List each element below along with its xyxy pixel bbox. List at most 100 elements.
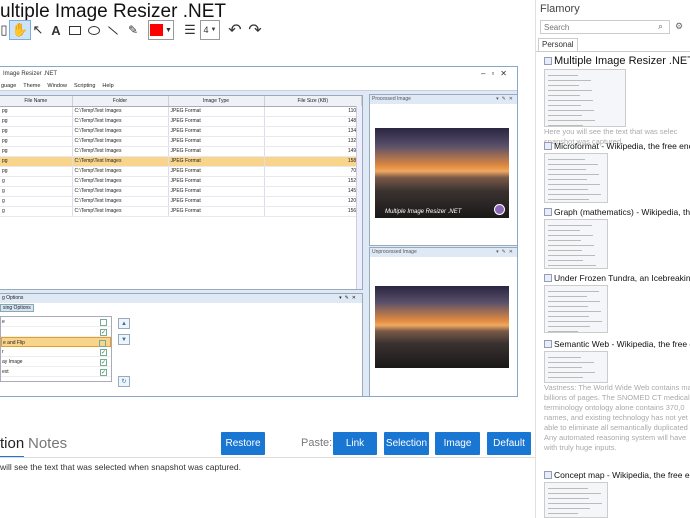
options-panel-header: g Options ▾✎✕	[0, 294, 362, 303]
undo-button[interactable]: ↶	[228, 20, 242, 40]
processed-image-header: Processed Image ▾✎✕	[370, 95, 517, 104]
color-picker[interactable]: ▼	[148, 20, 174, 40]
paste-selection-button[interactable]: Selection	[384, 432, 429, 455]
ellipse-tool-button[interactable]	[87, 20, 101, 40]
thumbnail-line	[548, 488, 588, 489]
option-checkbox[interactable]	[99, 340, 106, 347]
snapshot-thumbnail[interactable]	[544, 482, 608, 518]
option-label: ext	[2, 369, 9, 375]
move-up-button[interactable]: ▲	[118, 318, 130, 329]
menu-item[interactable]: Scripting	[74, 81, 95, 90]
line-width-select[interactable]: 4 ▼	[200, 20, 220, 40]
snapshot-thumbnail[interactable]	[544, 69, 626, 127]
folder-cell: C:\Temp\Test Images	[72, 186, 169, 197]
search-icon[interactable]: ⌕	[658, 21, 663, 32]
panel-controls[interactable]: ▾✎✕	[496, 95, 516, 104]
snapshot-title[interactable]: Graph (mathematics) - Wikipedia, the fr	[544, 207, 690, 217]
tab-personal[interactable]: Personal	[538, 38, 578, 51]
snapshot-entry[interactable]: Under Frozen Tundra, an Icebreaking Sh	[544, 273, 690, 333]
snapshot-entry[interactable]: Graph (mathematics) - Wikipedia, the fr	[544, 207, 690, 269]
option-checkbox[interactable]: ✓	[100, 329, 107, 336]
table-row[interactable]: g C:\Temp\Test Images JPEG Format 1521	[0, 176, 362, 187]
options-tab[interactable]: sing Options	[0, 304, 34, 312]
options-list-item[interactable]: ✓	[1, 327, 111, 337]
line-tool-button[interactable]	[106, 20, 120, 40]
table-row[interactable]: g C:\Temp\Test Images JPEG Format 1453	[0, 186, 362, 197]
thumbnail-line	[548, 326, 590, 327]
hand-tool-button[interactable]: ✋	[9, 20, 31, 40]
menu-item[interactable]: Help	[102, 81, 113, 90]
snapshot-title-text: Graph (mathematics) - Wikipedia, the fr	[554, 207, 690, 217]
table-row[interactable]: pg C:\Temp\Test Images JPEG Format 1321	[0, 136, 362, 147]
option-checkbox[interactable]: ✓	[100, 369, 107, 376]
thumbnail-line	[548, 90, 592, 91]
snapshot-title[interactable]: Multiple Image Resizer .NET	[544, 55, 690, 67]
text-tool-button[interactable]: A	[50, 20, 62, 40]
option-checkbox[interactable]	[100, 319, 107, 326]
window-controls: –▫✕	[481, 69, 513, 78]
thumbnail-line	[548, 367, 582, 368]
snapshot-entry[interactable]: Semantic Web - Wikipedia, the free ency V…	[544, 339, 690, 453]
redo-button[interactable]: ↷	[248, 20, 262, 40]
snapshot-thumbnail[interactable]	[544, 219, 608, 269]
options-list-item[interactable]: ext ✓	[1, 367, 111, 377]
paste-link-button[interactable]: Link	[333, 432, 377, 455]
snapshot-entry[interactable]: Multiple Image Resizer .NET Here you will…	[544, 55, 690, 147]
file-size-cell: 701	[264, 166, 362, 177]
options-list-item[interactable]: ay Image ✓	[1, 357, 111, 367]
options-list-item[interactable]: r ✓	[1, 347, 111, 357]
grid-scrollbar[interactable]	[356, 106, 362, 289]
thumbnail-line	[548, 110, 594, 111]
table-row[interactable]: pg C:\Temp\Test Images JPEG Format 1486	[0, 116, 362, 127]
menu-item[interactable]: Theme	[23, 81, 40, 90]
paste-default-button[interactable]: Default	[487, 432, 531, 455]
menu-item[interactable]: guage	[1, 81, 16, 90]
options-list-item[interactable]: e	[1, 317, 111, 327]
rectangle-tool-button[interactable]	[68, 20, 82, 40]
snapshot-entry[interactable]: Microformat - Wikipedia, the free encyc	[544, 141, 690, 203]
snapshot-title[interactable]: Concept map - Wikipedia, the free ency	[544, 470, 690, 480]
table-row[interactable]: pg C:\Temp\Test Images JPEG Format 1586	[0, 156, 362, 167]
column-header[interactable]: File Name	[0, 96, 73, 107]
menu-item[interactable]: Window	[47, 81, 67, 90]
snapshot-thumbnail[interactable]	[544, 153, 608, 203]
table-row[interactable]: pg C:\Temp\Test Images JPEG Format 1496	[0, 146, 362, 157]
snapshot-entry[interactable]: Concept map - Wikipedia, the free ency	[544, 470, 690, 518]
column-header[interactable]: Image Type	[168, 96, 265, 107]
thumbnail-line	[548, 508, 590, 509]
table-row[interactable]: pg C:\Temp\Test Images JPEG Format 1344	[0, 126, 362, 137]
search-input[interactable]	[540, 20, 670, 34]
snapshot-thumbnail[interactable]	[544, 285, 608, 333]
snapshot-thumbnail[interactable]	[544, 351, 608, 383]
line-width-icon[interactable]: ☰	[182, 20, 198, 40]
table-row[interactable]: pg C:\Temp\Test Images JPEG Format 701	[0, 166, 362, 177]
table-row[interactable]: g C:\Temp\Test Images JPEG Format 1209	[0, 196, 362, 207]
settings-icon[interactable]: ⚙	[675, 21, 683, 32]
pen-tool-button[interactable]: ✎	[126, 20, 140, 40]
column-header[interactable]: Folder	[72, 96, 169, 107]
thumbnail-line	[548, 199, 589, 200]
thumbnail-line	[548, 184, 600, 185]
options-list-item[interactable]: e and Flip	[1, 337, 111, 347]
option-checkbox[interactable]: ✓	[100, 359, 107, 366]
restore-button[interactable]: Restore	[221, 432, 265, 455]
move-down-button[interactable]: ▼	[118, 334, 130, 345]
file-size-cell: 1321	[264, 136, 362, 147]
pointer-tool-button[interactable]: ↖	[32, 20, 44, 40]
options-list: e ✓ e and Flip r ✓ ay Image ✓ ext ✓	[0, 316, 112, 382]
snapshot-title[interactable]: Microformat - Wikipedia, the free encyc	[544, 141, 690, 151]
snapshot-title[interactable]: Semantic Web - Wikipedia, the free ency	[544, 339, 690, 349]
tab-selection[interactable]: tion	[0, 435, 24, 452]
column-header[interactable]: File Size (KB)	[264, 96, 362, 107]
paste-image-button[interactable]: Image	[435, 432, 480, 455]
panel-controls[interactable]: ▾✎✕	[339, 294, 359, 303]
snapshot-title[interactable]: Under Frozen Tundra, an Icebreaking Sh	[544, 273, 690, 283]
option-checkbox[interactable]: ✓	[100, 349, 107, 356]
table-row[interactable]: g C:\Temp\Test Images JPEG Format 1566	[0, 206, 362, 217]
table-row[interactable]: pg C:\Temp\Test Images JPEG Format 1104	[0, 106, 362, 117]
panel-controls[interactable]: ▾✎✕	[496, 248, 516, 257]
select-icon[interactable]: ▯	[0, 20, 8, 40]
tab-notes[interactable]: Notes	[28, 435, 67, 452]
reset-button[interactable]: ↻	[118, 376, 130, 387]
window-title: Image Resizer .NET –▫✕	[0, 67, 517, 81]
